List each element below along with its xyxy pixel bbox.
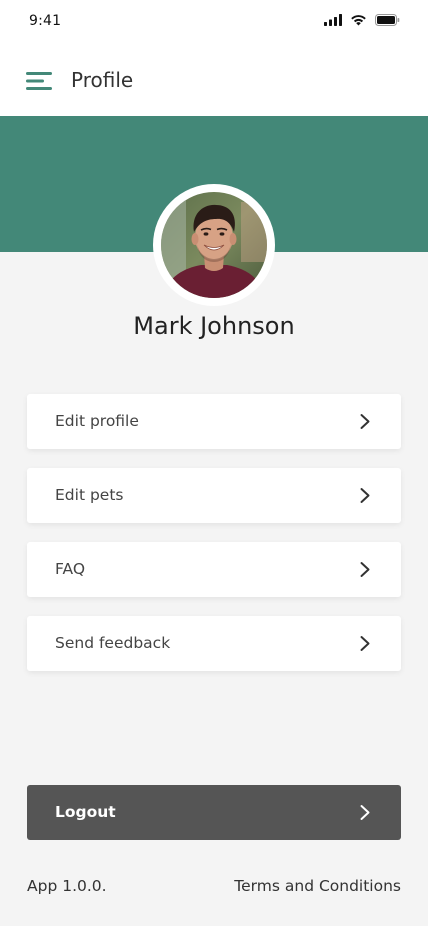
menu-item-label: Edit profile bbox=[55, 412, 139, 430]
chevron-right-icon bbox=[360, 636, 370, 651]
chevron-right-icon bbox=[360, 488, 370, 503]
menu-item-label: Send feedback bbox=[55, 634, 171, 652]
avatar-photo bbox=[161, 192, 267, 298]
status-time: 9:41 bbox=[29, 13, 62, 29]
profile-menu: Edit profile Edit pets FAQ Send feedback bbox=[27, 394, 401, 690]
menu-item-edit-profile[interactable]: Edit profile bbox=[27, 394, 401, 449]
battery-icon bbox=[375, 14, 400, 26]
status-icons bbox=[324, 12, 400, 28]
menu-item-label: Edit pets bbox=[55, 486, 124, 504]
app-header: Profile bbox=[0, 44, 428, 116]
avatar-frame bbox=[153, 184, 275, 306]
user-name: Mark Johnson bbox=[133, 312, 295, 340]
menu-item-label: FAQ bbox=[55, 560, 86, 578]
cellular-signal-icon bbox=[324, 14, 342, 26]
menu-item-edit-pets[interactable]: Edit pets bbox=[27, 468, 401, 523]
logout-label: Logout bbox=[55, 803, 116, 821]
avatar bbox=[161, 192, 267, 298]
chevron-right-icon bbox=[360, 414, 370, 429]
page-title: Profile bbox=[71, 68, 134, 92]
hamburger-menu-icon[interactable] bbox=[26, 71, 52, 91]
logout-button[interactable]: Logout bbox=[27, 785, 401, 840]
wifi-icon bbox=[351, 15, 366, 26]
menu-item-send-feedback[interactable]: Send feedback bbox=[27, 616, 401, 671]
status-bar: 9:41 bbox=[0, 0, 428, 44]
terms-link[interactable]: Terms and Conditions bbox=[234, 877, 401, 895]
app-version: App 1.0.0. bbox=[27, 877, 107, 895]
menu-item-faq[interactable]: FAQ bbox=[27, 542, 401, 597]
chevron-right-icon bbox=[360, 562, 370, 577]
chevron-right-icon bbox=[360, 805, 370, 820]
